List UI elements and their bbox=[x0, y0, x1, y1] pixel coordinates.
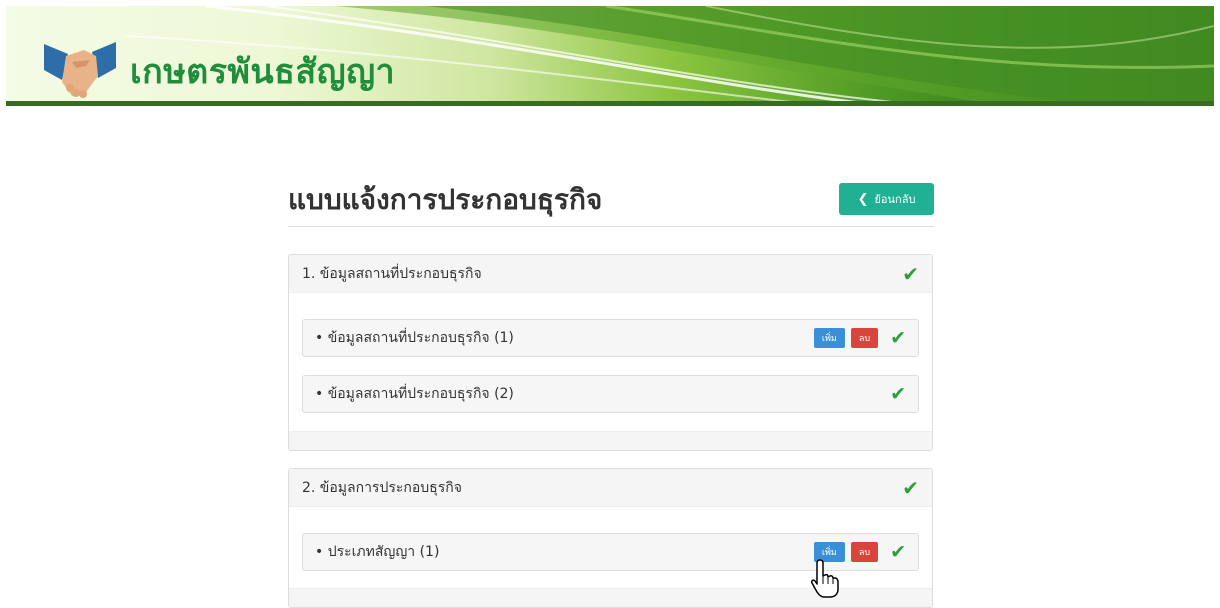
list-item-label: • ประเภทสัญญา (1) bbox=[315, 544, 440, 560]
list-item[interactable]: • ข้อมูลสถานที่ประกอบธุรกิจ (2) ✔ bbox=[302, 375, 919, 413]
check-icon: ✔ bbox=[890, 540, 906, 563]
section-header[interactable]: 1. ข้อมูลสถานที่ประกอบธุรกิจ ✔ bbox=[289, 255, 932, 293]
delete-button[interactable]: ลบ bbox=[850, 542, 879, 562]
list-item-label: • ข้อมูลสถานที่ประกอบธุรกิจ (1) bbox=[315, 330, 514, 346]
add-button[interactable]: เพิ่ม bbox=[813, 328, 845, 348]
check-icon: ✔ bbox=[890, 382, 906, 405]
section-panel-business-location: 1. ข้อมูลสถานที่ประกอบธุรกิจ ✔ • ข้อมูลส… bbox=[288, 254, 933, 451]
delete-button[interactable]: ลบ bbox=[850, 328, 879, 348]
list-item-label: • ข้อมูลสถานที่ประกอบธุรกิจ (2) bbox=[315, 386, 514, 402]
back-button-label: ย้อนกลับ bbox=[874, 193, 916, 206]
hand-pointer-cursor-icon bbox=[811, 559, 839, 598]
site-title: เกษตรพันธสัญญา bbox=[130, 52, 396, 92]
list-item[interactable]: • ข้อมูลสถานที่ประกอบธุรกิจ (1) เพิ่ม ลบ… bbox=[302, 319, 919, 357]
back-button[interactable]: ❮ ย้อนกลับ bbox=[839, 183, 934, 215]
check-icon: ✔ bbox=[902, 475, 919, 500]
handshake-icon bbox=[42, 36, 118, 102]
check-icon: ✔ bbox=[890, 326, 906, 349]
section-footer bbox=[289, 431, 932, 450]
check-icon: ✔ bbox=[902, 261, 919, 286]
section-title: 2. ข้อมูลการประกอบธุรกิจ bbox=[302, 479, 462, 496]
title-divider bbox=[288, 226, 934, 227]
page-title: แบบแจ้งการประกอบธุรกิจ bbox=[288, 183, 603, 216]
chevron-left-icon: ❮ bbox=[857, 191, 869, 207]
section-title: 1. ข้อมูลสถานที่ประกอบธุรกิจ bbox=[302, 265, 482, 282]
header-banner: เกษตรพันธสัญญา bbox=[6, 6, 1214, 106]
section-header[interactable]: 2. ข้อมูลการประกอบธุรกิจ ✔ bbox=[289, 469, 932, 507]
